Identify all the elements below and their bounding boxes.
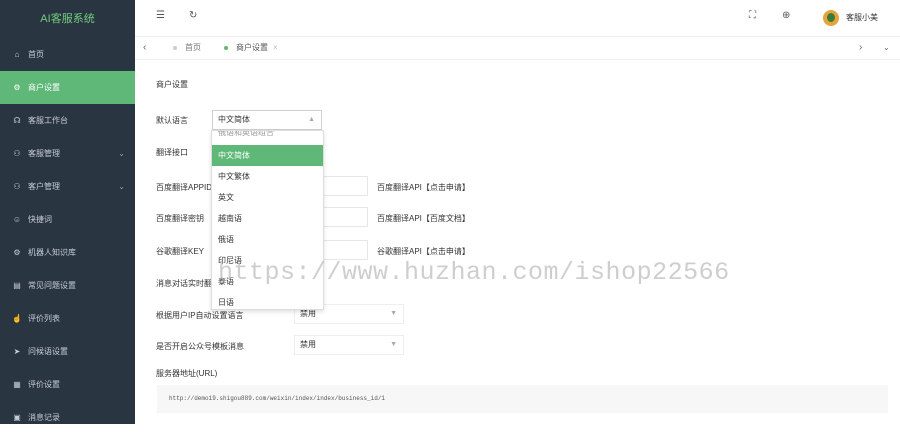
app-logo: AI客服系统 [40,13,95,25]
wechat-template-label: 是否开启公众号模板消息 [156,342,244,351]
sidebar-item-label: 商户设置 [28,83,60,92]
sidebar-nav: ⌂ 首页 ⚙ 商户设置 ☊ 客服工作台 ⚇ 客服管理 ⌄ ⚇ 客户管理 ⌄ ☺ 快捷词 ⚙ 机器人… [0,38,135,434]
thumb-icon: ☝ [12,314,22,323]
robot-icon: ⚙ [13,248,21,257]
chevron-down-icon[interactable]: ⌄ [883,37,890,59]
google-key-label: 谷歌翻译KEY [156,247,205,256]
tab-dot-icon [224,45,228,50]
tab-label: 首页 [185,43,201,52]
sidebar-item-quick-phrases[interactable]: ☺ 快捷词 [0,203,135,236]
baidu-docs-link[interactable]: 百度翻译API【百度文档】 [377,213,470,224]
sidebar-item-customer-management[interactable]: ⚇ 客户管理 ⌄ [0,170,135,203]
language-dropdown: 俄语和英语组合 中文简体 中文繁体 英文 越南语 俄语 印尼语 泰语 日语 [211,130,324,310]
globe-icon[interactable]: ⊕ [782,10,790,21]
chevron-down-icon: ⌄ [118,182,125,191]
sidebar-item-label: 客服管理 [28,149,60,158]
sidebar-item-label: 首页 [28,50,44,59]
sidebar-item-robot-kb[interactable]: ⚙ 机器人知识库 [0,236,135,269]
message-icon: ▣ [13,413,21,422]
ip-language-value: 禁用 [300,309,316,318]
sidebar-item-message-log[interactable]: ▣ 消息记录 [0,401,135,434]
dropdown-option[interactable]: 中文繁体 [212,166,323,187]
wechat-template-select[interactable]: 禁用 ▼ [294,335,404,355]
auto-translate-label: 消息对话实时翻 [156,279,212,288]
menu-toggle-icon[interactable]: ☰ [156,10,165,21]
user-name: 客服小美 [846,13,878,22]
google-apply-link[interactable]: 谷歌翻译API【点击申请】 [377,246,470,257]
home-icon: ⌂ [14,50,20,59]
chevron-up-icon: ▲ [308,116,315,123]
baidu-appid-apply-link[interactable]: 百度翻译API【点击申请】 [377,182,470,193]
send-icon: ➤ [13,347,21,356]
top-bar: ☰ ↻ ⛶ ⊕ 客服小美 [135,0,900,37]
close-icon[interactable]: × [273,43,278,52]
wechat-template-value: 禁用 [300,340,316,349]
sidebar-item-review-list[interactable]: ☝ 评价列表 [0,302,135,335]
sidebar-item-review-settings[interactable]: ▦ 评价设置 [0,368,135,401]
default-language-select[interactable]: 中文简体 ▲ [212,110,322,130]
users-icon: ⚇ [13,182,21,191]
sidebar-item-label: 快捷词 [28,215,52,224]
dropdown-option[interactable]: 日语 [212,292,323,309]
fullscreen-icon[interactable]: ⛶ [749,10,756,21]
refresh-icon[interactable]: ↻ [189,10,197,21]
tab-dot-icon [173,45,177,50]
baidu-key-label: 百度翻译密钥 [156,214,204,223]
sidebar-item-label: 客户管理 [28,182,60,191]
gear-icon: ⚙ [13,83,21,92]
tab-label: 商户设置 [236,43,268,52]
chevron-down-icon: ▼ [390,310,397,317]
user-icon: ⚇ [13,149,21,158]
dropdown-option-partial[interactable]: 俄语和英语组合 [212,131,323,139]
sidebar-item-faq-settings[interactable]: ▤ 常见问题设置 [0,269,135,302]
server-url-box: http://demo19.shigou889.com/weixin/index… [157,385,888,413]
section-title: 商户设置 [156,80,188,89]
sidebar-item-label: 消息记录 [28,413,60,422]
user-menu[interactable]: 客服小美 [823,9,878,27]
smile-icon: ☺ [12,215,22,224]
sidebar-item-label: 机器人知识库 [28,248,76,257]
tab-merchant-settings[interactable]: 商户设置 × [224,37,278,59]
sidebar: AI客服系统 ⌂ 首页 ⚙ 商户设置 ☊ 客服工作台 ⚇ 客服管理 ⌄ ⚇ 客户管理 ⌄ ☺ 快… [0,0,135,424]
chevron-down-icon: ▼ [390,341,397,348]
tabs-next-icon[interactable]: › [859,37,862,59]
sidebar-item-greeting-settings[interactable]: ➤ 问候语设置 [0,335,135,368]
sidebar-item-merchant-settings[interactable]: ⚙ 商户设置 [0,71,135,104]
chevron-down-icon: ⌄ [118,149,125,158]
ip-language-label: 根据用户IP自动设置语言 [156,311,244,320]
tabs-prev-icon[interactable]: ‹ [143,37,146,59]
dropdown-option[interactable]: 越南语 [212,208,323,229]
calendar-icon: ▦ [13,380,21,389]
sidebar-item-label: 问候语设置 [28,347,68,356]
avatar [823,9,839,26]
default-language-value: 中文简体 [218,115,250,124]
sidebar-item-label: 评价列表 [28,314,60,323]
sidebar-item-label: 客服工作台 [28,116,68,125]
headset-icon: ☊ [13,116,21,125]
dropdown-option[interactable]: 英文 [212,187,323,208]
baidu-appid-label: 百度翻译APPID [156,183,213,192]
sidebar-item-home[interactable]: ⌂ 首页 [0,38,135,71]
tabs-bar: ‹ 首页 商户设置 × › ⌄ [135,37,900,60]
translate-api-label: 翻译接口 [156,148,188,157]
dropdown-option[interactable]: 泰语 [212,271,323,292]
sidebar-item-label: 常见问题设置 [28,281,76,290]
default-language-label: 默认语言 [156,116,188,125]
dropdown-option[interactable]: 中文简体 [212,145,323,166]
sidebar-item-agent-management[interactable]: ⚇ 客服管理 ⌄ [0,137,135,170]
server-url-label: 服务器地址(URL) [156,369,218,378]
document-icon: ▤ [13,281,21,290]
sidebar-item-workbench[interactable]: ☊ 客服工作台 [0,104,135,137]
tab-home[interactable]: 首页 [173,37,201,59]
dropdown-option[interactable]: 俄语 [212,229,323,250]
sidebar-item-label: 评价设置 [28,380,60,389]
dropdown-option[interactable]: 印尼语 [212,250,323,271]
